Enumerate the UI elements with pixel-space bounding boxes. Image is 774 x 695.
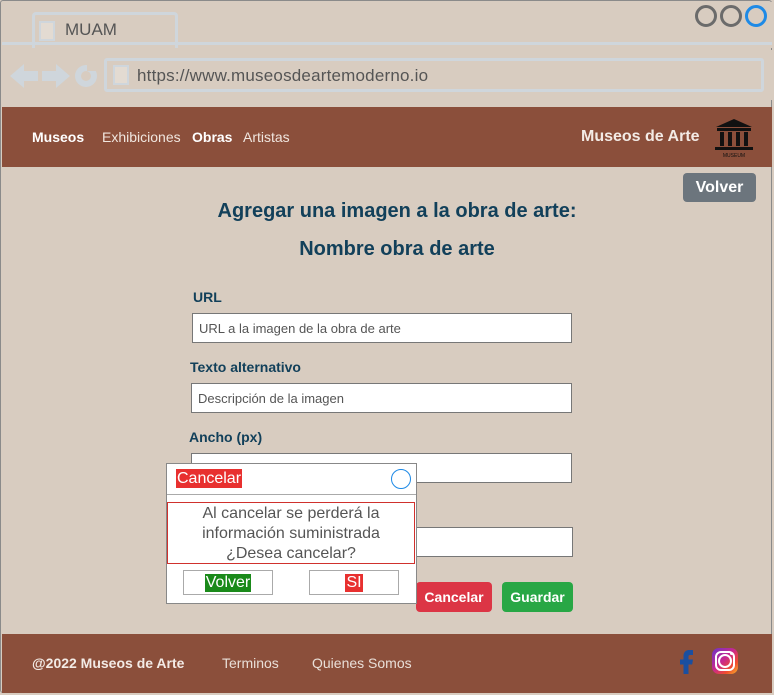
address-row: https://www.museosdeartemoderno.io [2,50,772,100]
cancel-button[interactable]: Cancelar [416,582,492,612]
dialog-confirm-button[interactable]: SI [309,570,399,595]
instagram-lens [718,654,732,668]
facebook-icon[interactable] [676,646,696,674]
dialog-message: Al cancelar se perderá la información su… [167,502,415,564]
alt-text-input[interactable]: Descripción de la imagen [191,383,572,413]
save-button[interactable]: Guardar [502,582,573,612]
dialog-confirm-label: SI [345,574,363,592]
minimize-button[interactable] [695,5,717,27]
url-label: URL [193,289,222,305]
width-label: Ancho (px) [189,429,263,445]
tab-title: MUAM [65,20,117,39]
document-icon [39,21,55,41]
nav-link-obras[interactable]: Obras [192,129,232,145]
forward-arrow-icon[interactable] [42,64,70,88]
nav-link-artistas[interactable]: Artistas [243,129,290,145]
artwork-name: Nombre obra de arte [299,238,495,260]
address-bar[interactable]: https://www.museosdeartemoderno.io [104,58,764,92]
site-header: Museos Exhibiciones Obras Artistas Museo… [2,107,772,167]
instagram-dot [730,652,733,655]
nav-link-museos[interactable]: Museos [32,129,84,145]
maximize-button[interactable] [720,5,742,27]
footer-link-about[interactable]: Quienes Somos [312,655,412,671]
site-footer: @2022 Museos de Arte Terminos Quienes So… [2,634,772,693]
dialog-back-button[interactable]: Volver [183,570,273,595]
dialog-message-line: Al cancelar se perderá la [202,505,380,522]
close-icon[interactable] [391,469,411,489]
back-arrow-icon[interactable] [10,64,38,88]
page-title: Agregar una imagen a la obra de arte: [217,200,577,222]
nav-link-exhibiciones[interactable]: Exhibiciones [102,129,181,145]
dialog-message-line: información suministrada [202,525,380,542]
dialog-divider [167,494,416,495]
document-icon [113,65,129,85]
footer-link-terms[interactable]: Terminos [222,655,279,671]
instagram-icon[interactable] [712,648,738,674]
dialog-back-label: Volver [204,574,252,592]
close-window-button[interactable] [745,5,767,27]
museum-icon[interactable]: MUSEUM [712,117,756,159]
dialog-message-line: ¿Desea cancelar? [226,545,356,562]
tab-divider [2,42,772,45]
dialog-title: Cancelar [176,469,243,488]
brand-name[interactable]: Museos de Arte [581,128,700,146]
reload-icon[interactable] [75,63,97,87]
url-input[interactable]: URL a la imagen de la obra de arte [192,313,572,343]
back-button[interactable]: Volver [683,173,756,202]
url-text[interactable]: https://www.museosdeartemoderno.io [137,66,428,86]
logo-caption: MUSEUM [723,153,745,159]
cancel-dialog: Cancelar Al cancelar se perderá la infor… [166,463,417,604]
alt-text-label: Texto alternativo [190,359,301,375]
footer-copyright: @2022 Museos de Arte [32,655,185,671]
nav-arrows [10,63,97,88]
